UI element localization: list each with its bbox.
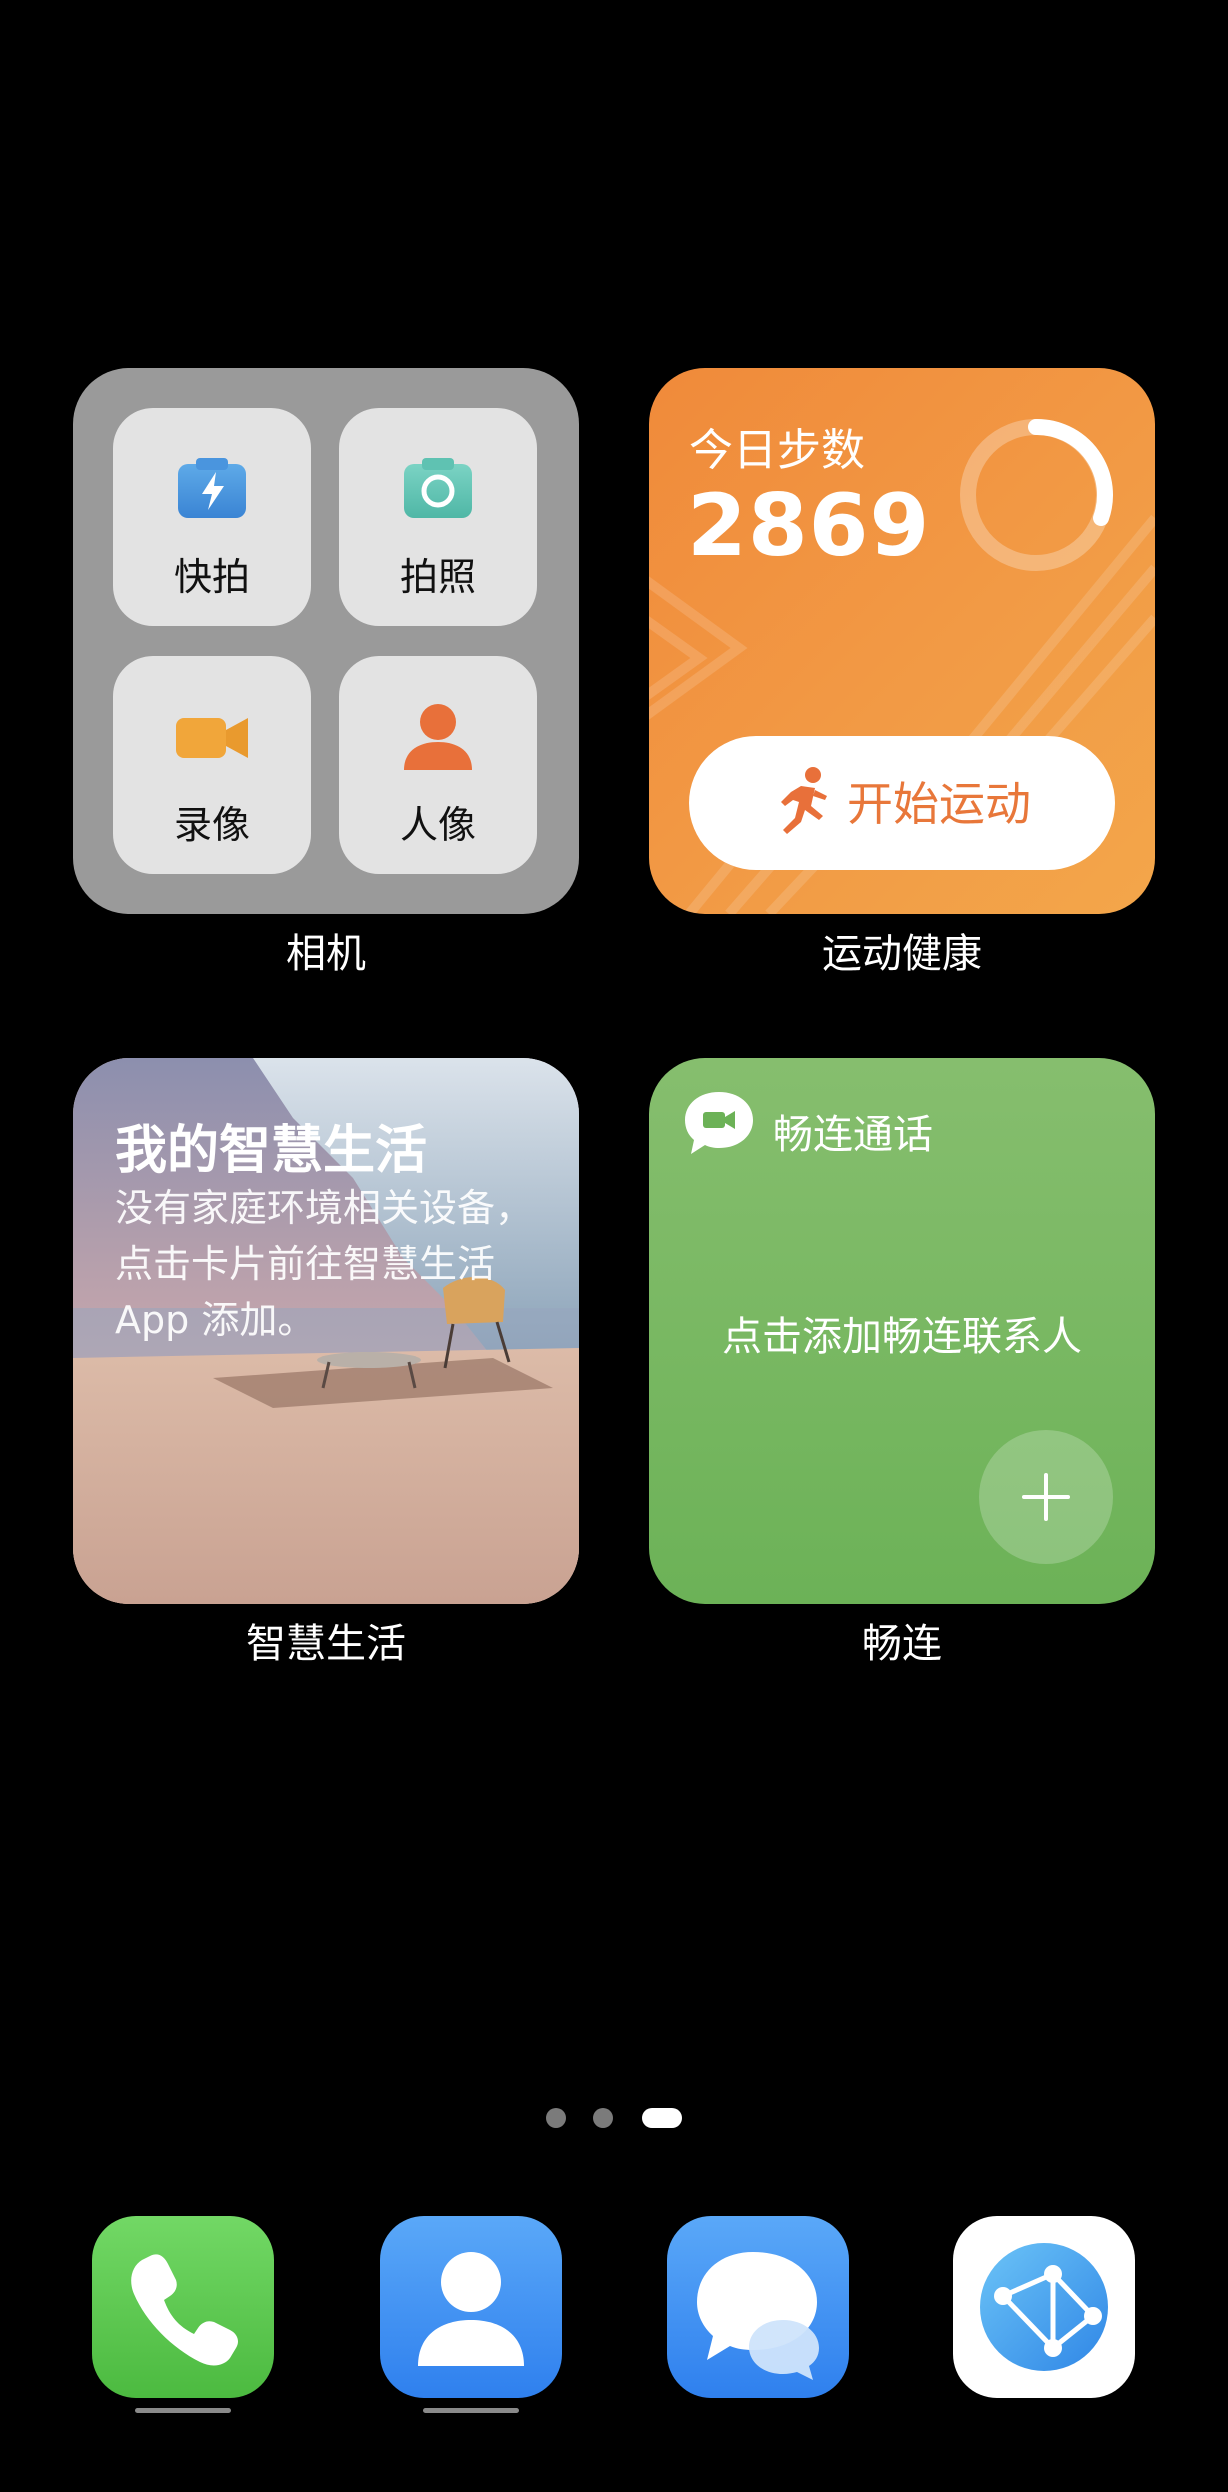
contacts-icon — [418, 2252, 524, 2366]
start-exercise-button[interactable]: 开始运动 — [689, 736, 1115, 870]
running-person-icon — [781, 767, 827, 834]
step-count: 2869 — [687, 476, 931, 576]
phone-app[interactable] — [92, 2216, 274, 2398]
contacts-app[interactable] — [380, 2216, 562, 2398]
video-camera-icon — [176, 718, 248, 758]
contacts-app-indicator — [423, 2408, 519, 2413]
add-contact-prompt: 点击添加畅连联系人 — [722, 1314, 1082, 1360]
smart-life-widget[interactable]: 我的智慧生活 没有家庭环境相关设备，点击卡片前往智慧生活 App 添加。 — [73, 1058, 579, 1604]
step-progress-ring — [960, 418, 1113, 571]
start-exercise-label: 开始运动 — [847, 777, 1031, 831]
browser-app[interactable] — [953, 2216, 1135, 2398]
plus-icon — [1022, 1473, 1070, 1521]
camera-icon — [404, 458, 472, 518]
changlian-widget-label: 畅连 — [862, 1621, 942, 1667]
quick-shot-icon — [178, 458, 246, 518]
smart-life-description: 没有家庭环境相关设备，点击卡片前往智慧生活 App 添加。 — [115, 1186, 534, 1342]
quick-shot-tile[interactable]: 快拍 — [113, 408, 311, 626]
video-tile[interactable]: 录像 — [113, 656, 311, 874]
portrait-tile[interactable]: 人像 — [339, 656, 537, 874]
browser-icon — [980, 2243, 1108, 2371]
changlian-widget[interactable]: 畅连通话 点击添加畅连联系人 — [649, 1058, 1155, 1604]
video-call-bubble-icon — [685, 1092, 753, 1154]
steps-title: 今日步数 — [689, 425, 865, 476]
add-contact-button[interactable] — [979, 1430, 1113, 1564]
phone-icon — [131, 2254, 238, 2366]
home-screen: 快拍 拍照 录像 人像 相机 今日步数 2869 开始运动 运动健康 我的智慧生… — [0, 0, 1228, 2492]
photo-label: 拍照 — [399, 555, 476, 599]
messages-icon — [697, 2252, 819, 2380]
phone-app-indicator — [135, 2408, 231, 2413]
health-widget-label: 运动健康 — [822, 931, 982, 977]
smart-life-widget-label: 智慧生活 — [246, 1621, 406, 1667]
camera-widget-label: 相机 — [286, 931, 366, 977]
quick-shot-label: 快拍 — [173, 555, 250, 599]
messages-app[interactable] — [667, 2216, 849, 2398]
page-dot-active[interactable] — [642, 2108, 682, 2128]
portrait-label: 人像 — [399, 803, 476, 847]
changlian-call-title: 畅连通话 — [773, 1112, 933, 1158]
portrait-icon — [404, 704, 472, 770]
photo-tile[interactable]: 拍照 — [339, 408, 537, 626]
page-dot[interactable] — [593, 2108, 613, 2128]
video-label: 录像 — [173, 803, 250, 847]
health-widget[interactable]: 今日步数 2869 开始运动 — [649, 368, 1155, 914]
smart-life-title: 我的智慧生活 — [115, 1121, 428, 1181]
page-dot[interactable] — [546, 2108, 566, 2128]
camera-widget[interactable]: 快拍 拍照 录像 人像 — [73, 368, 579, 914]
